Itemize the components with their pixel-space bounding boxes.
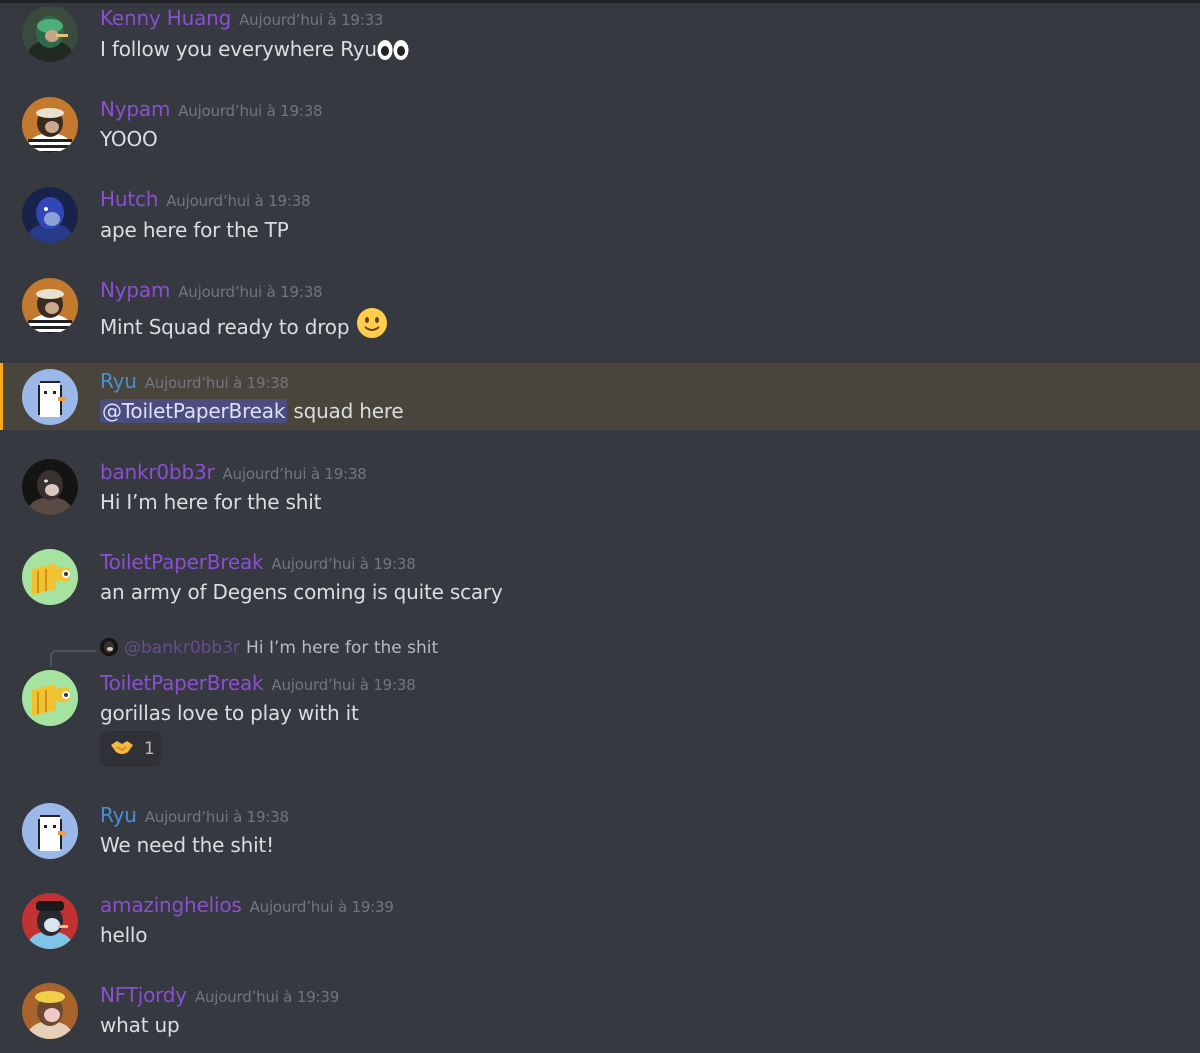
message: Nypam Aujourd’hui à 19:38 YOOO — [0, 88, 1200, 178]
avatar[interactable] — [22, 549, 78, 605]
username[interactable]: ToiletPaperBreak — [100, 550, 264, 574]
username[interactable]: bankr0bb3r — [100, 460, 215, 484]
message-text: Mint Squad ready to drop — [100, 315, 350, 339]
message-content: Hi I’m here for the shit — [100, 490, 321, 514]
username[interactable]: Nypam — [100, 97, 170, 121]
timestamp: Aujourd’hui à 19:38 — [271, 676, 416, 694]
message-text: gorillas love to play with it — [100, 701, 359, 725]
timestamp: Aujourd’hui à 19:39 — [249, 898, 394, 916]
avatar[interactable] — [22, 670, 78, 726]
message: amazinghelios Aujourd’hui à 19:39 hello — [0, 884, 1200, 974]
green-gorilla-avatar — [22, 6, 78, 62]
message-content: what up — [100, 1013, 180, 1037]
reply-reference[interactable]: @bankr0bb3r Hi I’m here for the shit — [100, 638, 438, 662]
message-content: ape here for the TP — [100, 218, 289, 242]
message-text: YOOO — [100, 127, 158, 151]
avatar[interactable] — [22, 803, 78, 859]
message-text: Hi I’m here for the shit — [100, 490, 322, 514]
timestamp: Aujourd’hui à 19:38 — [178, 283, 323, 301]
reaction-button[interactable]: 1 — [100, 731, 162, 767]
message-text: an army of Degens coming is quite scary — [100, 580, 503, 604]
toilet-paper-avatar — [22, 549, 78, 605]
avatar[interactable] — [22, 459, 78, 515]
slightly-smiling-face-emoji — [356, 307, 388, 344]
message-text: hello — [100, 923, 148, 947]
handshake-emoji — [110, 737, 134, 761]
username[interactable]: Hutch — [100, 187, 158, 211]
reply-avatar — [100, 638, 118, 656]
message-content: hello — [100, 923, 148, 947]
avatar[interactable] — [22, 278, 78, 334]
user-mention[interactable]: @ToiletPaperBreak — [100, 399, 288, 423]
reaction-count: 1 — [144, 739, 155, 759]
message-content: I follow you everywhere Ryu — [100, 37, 409, 66]
username[interactable]: ToiletPaperBreak — [100, 671, 264, 695]
message-content: @ToiletPaperBreak squad here — [100, 399, 404, 423]
timestamp: Aujourd’hui à 19:38 — [222, 465, 367, 483]
avatar[interactable] — [22, 369, 78, 425]
avatar[interactable] — [22, 187, 78, 243]
avatar[interactable] — [22, 893, 78, 949]
message-text: I follow you everywhere Ryu — [100, 37, 377, 61]
eyes-emoji — [377, 39, 409, 66]
message: Hutch Aujourd’hui à 19:38 ape here for th… — [0, 178, 1200, 269]
message-text: We need the shit! — [100, 833, 274, 857]
dark-gorilla-avatar — [22, 459, 78, 515]
message-content: an army of Degens coming is quite scary — [100, 580, 503, 604]
timestamp: Aujourd’hui à 19:38 — [178, 102, 323, 120]
username[interactable]: Ryu — [100, 803, 137, 827]
username[interactable]: NFTjordy — [100, 983, 187, 1007]
username[interactable]: Ryu — [100, 369, 137, 393]
message: ToiletPaperBreak Aujourd’hui à 19:38 an a… — [0, 540, 1200, 630]
message-content: YOOO — [100, 127, 158, 151]
pixel-penguin-avatar — [22, 803, 78, 859]
blue-gorilla-avatar — [22, 187, 78, 243]
message: Kenny Huang Aujourd’hui à 19:33 I follow … — [0, 0, 1200, 88]
reply-username[interactable]: @bankr0bb3r — [124, 638, 240, 658]
message: Nypam Aujourd’hui à 19:38 Mint Squad read… — [0, 269, 1200, 363]
username[interactable]: Kenny Huang — [100, 6, 231, 30]
message-content: We need the shit! — [100, 833, 274, 857]
timestamp: Aujourd’hui à 19:38 — [166, 192, 311, 210]
avatar[interactable] — [22, 6, 78, 62]
message-text: what up — [100, 1013, 180, 1037]
message-text: squad here — [287, 399, 404, 423]
striped-gorilla-avatar — [22, 97, 78, 153]
username[interactable]: amazinghelios — [100, 893, 242, 917]
timestamp: Aujourd’hui à 19:33 — [239, 11, 384, 29]
toilet-paper-avatar — [22, 670, 78, 726]
timestamp: Aujourd’hui à 19:38 — [144, 374, 289, 392]
message-content: gorillas love to play with it — [100, 701, 359, 725]
timestamp: Aujourd’hui à 19:39 — [194, 988, 340, 1006]
blonde-gorilla-avatar — [22, 983, 78, 1039]
red-hat-gorilla-avatar — [22, 893, 78, 949]
message: NFTjordy Aujourd’hui à 19:39 what up — [0, 974, 1200, 1053]
timestamp: Aujourd’hui à 19:38 — [271, 555, 416, 573]
avatar[interactable] — [22, 983, 78, 1039]
striped-gorilla-avatar — [22, 278, 78, 334]
message: Ryu Aujourd’hui à 19:38 We need the shit! — [0, 794, 1200, 884]
message: bankr0bb3r Aujourd’hui à 19:38 Hi I’m her… — [0, 430, 1200, 540]
avatar[interactable] — [22, 97, 78, 153]
reply-text: Hi I’m here for the shit — [246, 638, 439, 658]
message: ToiletPaperBreak Aujourd’hui à 19:38 gori… — [0, 662, 1200, 794]
username[interactable]: Nypam — [100, 278, 170, 302]
message-text: ape here for the TP — [100, 218, 289, 242]
timestamp: Aujourd’hui à 19:38 — [144, 808, 289, 826]
message-mentioned: Ryu Aujourd’hui à 19:38 @ToiletPaperBreak… — [0, 363, 1200, 430]
pixel-penguin-avatar — [22, 369, 78, 425]
message-content: Mint Squad ready to drop — [100, 307, 388, 344]
